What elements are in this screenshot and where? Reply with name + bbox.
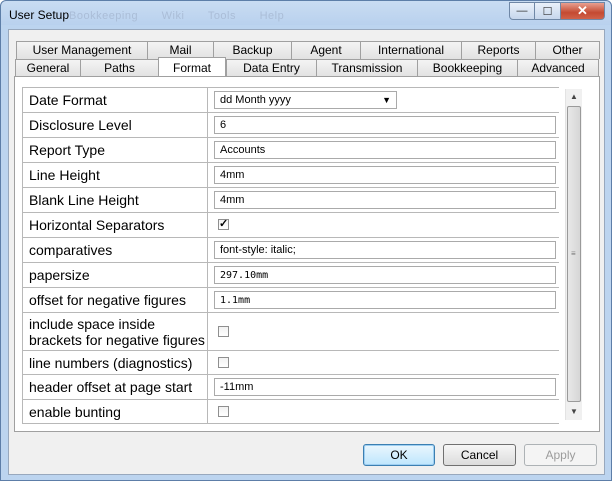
setting-row: line numbers (diagnostics) <box>22 351 559 375</box>
setting-value-cell: ✓ <box>208 213 559 237</box>
tab-transmission[interactable]: Transmission <box>316 59 417 77</box>
maximize-icon: ☐ <box>542 5 553 18</box>
tab-format[interactable]: Format <box>158 57 226 77</box>
vertical-scrollbar[interactable]: ▲ ≡ ▼ <box>565 89 582 420</box>
setting-label: Disclosure Level <box>22 113 208 137</box>
tab-advanced[interactable]: Advanced <box>517 59 599 77</box>
setting-value-cell: 6 <box>208 113 559 137</box>
grip-icon: ≡ <box>571 249 576 258</box>
tab-other[interactable]: Other <box>535 41 600 59</box>
setting-row: Report Type Accounts <box>22 138 559 163</box>
title-bar: User Setup Bookkeeping Wiki Tools Help —… <box>1 1 611 29</box>
tab-data-entry[interactable]: Data Entry <box>226 59 316 77</box>
tab-paths[interactable]: Paths <box>80 59 158 77</box>
comparatives-field[interactable]: font-style: italic; <box>214 241 556 259</box>
setting-value-cell: 4mm <box>208 188 559 212</box>
setting-row: header offset at page start -11mm <box>22 375 559 400</box>
window-controls: — ☐ ✕ <box>509 2 605 22</box>
setting-label: offset for negative figures <box>22 288 208 312</box>
setting-row: Horizontal Separators ✓ <box>22 213 559 238</box>
ghost-menu-item: Tools <box>207 10 236 22</box>
setting-label: enable bunting <box>22 400 208 423</box>
ghost-menu-item: Bookkeeping <box>69 10 139 22</box>
setting-value-cell <box>208 400 559 423</box>
minimize-button[interactable]: — <box>509 2 535 20</box>
setting-row: include space inside brackets for negati… <box>22 313 559 351</box>
setting-row: comparatives font-style: italic; <box>22 238 559 263</box>
checkmark-icon: ✓ <box>219 218 229 230</box>
date-format-select[interactable]: dd Month yyyy ▼ <box>214 91 397 109</box>
tab-row-upper: User Management Mail Backup Agent Intern… <box>16 41 600 59</box>
scroll-thumb[interactable]: ≡ <box>567 106 581 402</box>
blank-line-height-field[interactable]: 4mm <box>214 191 556 209</box>
apply-button[interactable]: Apply <box>524 444 597 466</box>
scroll-up-icon[interactable]: ▲ <box>566 89 582 105</box>
ghost-menu-item: Help <box>259 10 285 22</box>
cancel-button[interactable]: Cancel <box>443 444 516 466</box>
background-menu-ghost: Bookkeeping Wiki Tools Help <box>69 10 304 22</box>
setting-label: Blank Line Height <box>22 188 208 212</box>
setting-row: papersize 297.10mm <box>22 263 559 288</box>
format-settings-grid: Date Format dd Month yyyy ▼ Disclosure L… <box>22 87 559 424</box>
disclosure-level-field[interactable]: 6 <box>214 116 556 134</box>
setting-value-cell <box>208 313 559 350</box>
setting-label: comparatives <box>22 238 208 262</box>
setting-row: enable bunting <box>22 400 559 424</box>
setting-row: Date Format dd Month yyyy ▼ <box>22 88 559 113</box>
setting-label: Date Format <box>22 88 208 112</box>
setting-value-cell: -11mm <box>208 375 559 399</box>
setting-row: Disclosure Level 6 <box>22 113 559 138</box>
papersize-field[interactable]: 297.10mm <box>214 266 556 284</box>
setting-label: Horizontal Separators <box>22 213 208 237</box>
setting-label: line numbers (diagnostics) <box>22 351 208 374</box>
tab-bookkeeping[interactable]: Bookkeeping <box>417 59 517 77</box>
tab-reports[interactable]: Reports <box>461 41 535 59</box>
line-numbers-checkbox[interactable] <box>218 356 229 368</box>
window-title: User Setup <box>9 8 70 22</box>
tab-agent[interactable]: Agent <box>291 41 360 59</box>
tab-general[interactable]: General <box>15 59 80 77</box>
setting-row: offset for negative figures 1.1mm <box>22 288 559 313</box>
setting-row: Line Height 4mm <box>22 163 559 188</box>
report-type-field[interactable]: Accounts <box>214 141 556 159</box>
line-height-field[interactable]: 4mm <box>214 166 556 184</box>
ghost-menu-item: Wiki <box>161 10 185 22</box>
maximize-button[interactable]: ☐ <box>535 2 561 20</box>
setting-value-cell: Accounts <box>208 138 559 162</box>
negative-offset-field[interactable]: 1.1mm <box>214 291 556 309</box>
setting-row: Blank Line Height 4mm <box>22 188 559 213</box>
setting-value-cell <box>208 351 559 374</box>
horizontal-separators-checkbox[interactable]: ✓ <box>218 219 229 230</box>
header-offset-field[interactable]: -11mm <box>214 378 556 396</box>
setting-value-cell: 4mm <box>208 163 559 187</box>
tab-user-management[interactable]: User Management <box>16 41 147 59</box>
tab-row-lower: General Paths Format Data Entry Transmis… <box>15 57 599 77</box>
date-format-value: dd Month yyyy <box>220 94 291 106</box>
enable-bunting-checkbox[interactable] <box>218 405 229 417</box>
setting-label: Line Height <box>22 163 208 187</box>
setting-value-cell: 297.10mm <box>208 263 559 287</box>
setting-label: include space inside brackets for negati… <box>22 313 208 350</box>
close-button[interactable]: ✕ <box>561 2 605 20</box>
setting-label: header offset at page start <box>22 375 208 399</box>
setting-label: papersize <box>22 263 208 287</box>
tab-international[interactable]: International <box>360 41 461 59</box>
brackets-space-checkbox[interactable] <box>218 325 229 337</box>
chevron-down-icon[interactable]: ▼ <box>382 95 391 105</box>
close-icon: ✕ <box>577 3 588 18</box>
setting-value-cell: 1.1mm <box>208 288 559 312</box>
setting-value-cell: dd Month yyyy ▼ <box>208 88 559 112</box>
minimize-icon: — <box>516 5 528 17</box>
setting-value-cell: font-style: italic; <box>208 238 559 262</box>
scroll-down-icon[interactable]: ▼ <box>566 404 582 420</box>
setting-label: Report Type <box>22 138 208 162</box>
ok-button[interactable]: OK <box>363 444 435 466</box>
